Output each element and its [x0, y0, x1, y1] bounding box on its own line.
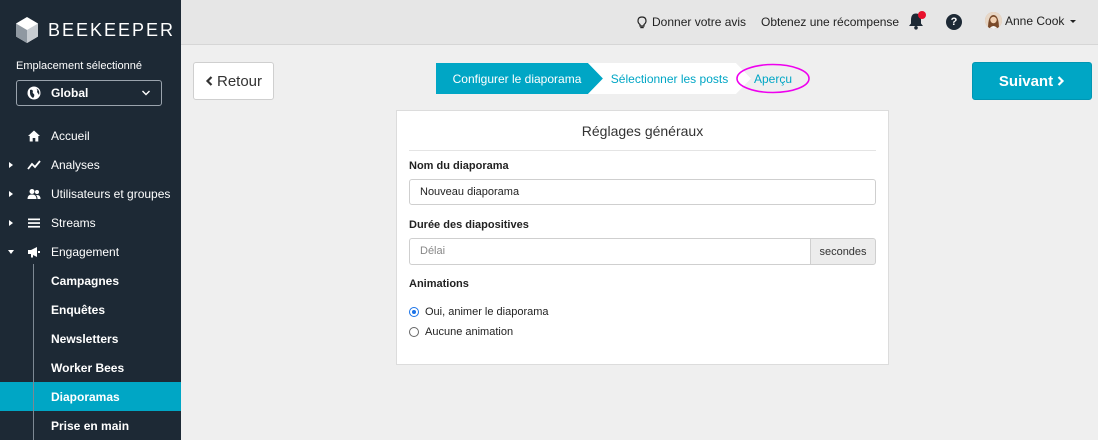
wizard-steps: Configurer le diaporama Sélectionner les…: [436, 63, 816, 94]
chart-line-icon: [27, 159, 41, 170]
caret-down-icon: [1070, 19, 1077, 23]
sidebar-subitem-worker-bees[interactable]: Worker Bees: [0, 353, 181, 382]
wizard-step-configure[interactable]: Configurer le diaporama: [436, 63, 598, 94]
chevron-down-icon: [142, 90, 150, 96]
sidebar-subitem-label: Diaporamas: [51, 389, 120, 404]
location-select[interactable]: Global: [16, 80, 162, 106]
radio-no-animation[interactable]: Aucune animation: [409, 326, 513, 338]
caret-right-icon: [9, 219, 13, 226]
help-icon[interactable]: ?: [946, 14, 962, 30]
sidebar-item-label: Analyses: [51, 157, 100, 172]
sidebar-item-accueil[interactable]: Accueil: [0, 121, 181, 150]
next-label: Suivant: [998, 72, 1054, 90]
megaphone-icon: [28, 246, 40, 257]
user-menu[interactable]: Anne Cook: [985, 12, 1078, 29]
submenu-guide-line: [33, 264, 34, 440]
sidebar-subitem-label: Campagnes: [51, 273, 120, 288]
duration-label: Durée des diapositives: [409, 219, 529, 231]
sidebar-subitem-enquetes[interactable]: Enquêtes: [0, 295, 181, 324]
slideshow-name-input[interactable]: Nouveau diaporama: [409, 179, 876, 205]
radio-none-label: Aucune animation: [425, 326, 514, 338]
radio-animate[interactable]: Oui, animer le diaporama: [409, 306, 549, 318]
sidebar-nav: Accueil Analyses Utilisateurs et groupes: [0, 121, 181, 440]
sidebar-item-label: Utilisateurs et groupes: [51, 186, 171, 201]
logo-text: BEEKEEPER: [48, 19, 176, 40]
sidebar-subitem-label: Newsletters: [51, 331, 119, 346]
animations-label: Animations: [409, 278, 469, 290]
wizard-step-preview[interactable]: Aperçu: [741, 63, 805, 94]
caret-right-icon: [9, 190, 13, 197]
sidebar-item-label: Streams: [51, 215, 96, 230]
chevron-right-icon: [1057, 76, 1065, 86]
globe-icon: [27, 86, 41, 100]
location-value: Global: [51, 86, 89, 100]
location-label: Emplacement sélectionné: [16, 60, 142, 72]
sidebar-item-utilisateurs[interactable]: Utilisateurs et groupes: [0, 179, 181, 208]
feedback-label: Donner votre avis: [652, 15, 747, 29]
radio-unchecked-icon[interactable]: [409, 327, 419, 337]
card-title: Réglages généraux: [409, 111, 876, 151]
list-icon: [28, 218, 40, 228]
sidebar-subitem-newsletters[interactable]: Newsletters: [0, 324, 181, 353]
avatar: [985, 12, 1002, 29]
next-button[interactable]: Suivant: [972, 62, 1092, 100]
radio-animate-label: Oui, animer le diaporama: [425, 306, 549, 318]
back-label: Retour: [216, 72, 263, 90]
wizard-step-label: Aperçu: [753, 71, 793, 86]
notification-badge: [918, 11, 926, 19]
sidebar-subitem-label: Enquêtes: [51, 302, 106, 317]
slide-duration-input[interactable]: Délai: [409, 238, 810, 265]
beekeeper-logo-icon: [16, 17, 38, 43]
sidebar-subitem-label: Worker Bees: [51, 360, 125, 375]
sidebar-item-streams[interactable]: Streams: [0, 208, 181, 237]
wizard-step-label: Sélectionner les posts: [610, 71, 729, 86]
sidebar-item-analyses[interactable]: Analyses: [0, 150, 181, 179]
duration-unit-addon: secondes: [810, 238, 876, 265]
sidebar-item-label: Accueil: [51, 128, 90, 143]
duration-input-group: Délai secondes: [409, 238, 876, 265]
wizard-step-label: Configurer le diaporama: [452, 71, 582, 86]
caret-down-icon: [8, 249, 14, 254]
sidebar-subitem-diaporamas[interactable]: Diaporamas: [0, 382, 181, 411]
users-icon: [27, 188, 41, 199]
home-icon: [28, 130, 40, 141]
back-button[interactable]: Retour: [193, 62, 274, 100]
general-settings-card: Réglages généraux Nom du diaporama Nouve…: [396, 110, 889, 365]
sidebar-subitem-prise-en-main[interactable]: Prise en main: [0, 411, 181, 440]
lightbulb-icon: [637, 15, 647, 28]
wizard-step-select-posts[interactable]: Sélectionner les posts: [598, 63, 741, 94]
chevron-left-icon: [205, 76, 213, 86]
reward-label: Obtenez une récompense: [761, 15, 900, 29]
sidebar-item-label: Engagement: [51, 244, 120, 259]
sidebar-subitem-campagnes[interactable]: Campagnes: [0, 266, 181, 295]
caret-right-icon: [9, 161, 13, 168]
feedback-link[interactable]: Donner votre avis: [637, 15, 746, 29]
name-label: Nom du diaporama: [409, 160, 509, 172]
user-name: Anne Cook: [1005, 13, 1065, 28]
logo[interactable]: BEEKEEPER: [16, 16, 175, 44]
sidebar: BEEKEEPER Emplacement sélectionné Global…: [0, 0, 181, 440]
radio-checked-icon[interactable]: [409, 307, 419, 317]
reward-link[interactable]: Obtenez une récompense: [761, 15, 899, 29]
sidebar-item-engagement[interactable]: Engagement: [0, 237, 181, 266]
top-bar: Donner votre avis Obtenez une récompense…: [181, 0, 1098, 45]
sidebar-subitem-label: Prise en main: [51, 418, 130, 433]
